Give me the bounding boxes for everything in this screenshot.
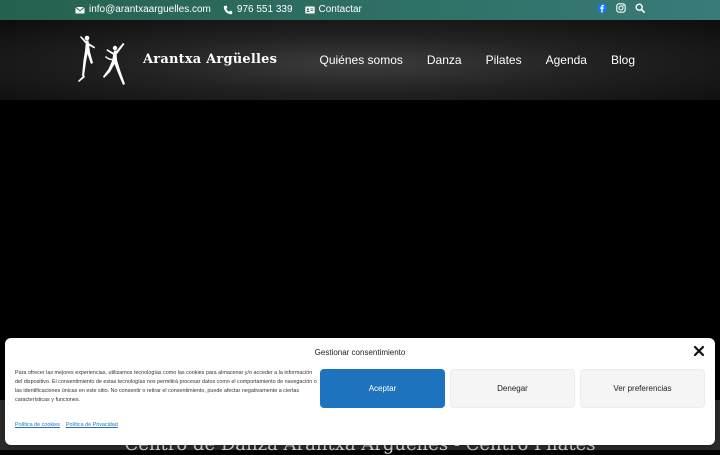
- id-card-icon: [304, 6, 315, 13]
- main-nav: Quiénes somos Danza Pilates Agenda Blog: [320, 53, 636, 67]
- dancers-logo-icon[interactable]: [78, 32, 128, 88]
- contact-text: Contactar: [318, 4, 362, 15]
- search-icon[interactable]: [635, 3, 645, 13]
- privacy-policy-link[interactable]: Política de Privacidad: [66, 422, 118, 428]
- envelope-icon: [75, 6, 85, 13]
- email-text: info@arantxaarguelles.com: [89, 4, 211, 15]
- deny-button[interactable]: Denegar: [450, 369, 575, 408]
- nav-item-danza[interactable]: Danza: [427, 53, 462, 67]
- consent-title: Gestionar consentimiento: [314, 348, 406, 357]
- nav-item-pilates[interactable]: Pilates: [486, 53, 522, 67]
- email-link[interactable]: info@arantxaarguelles.com: [75, 4, 211, 15]
- facebook-icon[interactable]: [597, 3, 607, 13]
- top-contact-bar: info@arantxaarguelles.com 976 551 339 Co…: [0, 0, 720, 20]
- phone-text: 976 551 339: [236, 4, 293, 15]
- consent-message: Para ofrecer las mejores experiencias, u…: [15, 370, 317, 403]
- cookie-policy-link[interactable]: Política de cookies: [15, 422, 60, 428]
- social-links: [597, 3, 645, 13]
- cookie-consent-dialog: Gestionar consentimiento Para ofrecer la…: [5, 338, 715, 445]
- nav-item-agenda[interactable]: Agenda: [546, 53, 587, 67]
- nav-item-blog[interactable]: Blog: [611, 53, 635, 67]
- brand-name[interactable]: Arantxa Argüelles: [143, 52, 277, 67]
- preferences-button[interactable]: Ver preferencias: [580, 369, 705, 408]
- nav-item-quienes-somos[interactable]: Quiénes somos: [320, 53, 403, 67]
- accept-button[interactable]: Aceptar: [320, 369, 445, 408]
- phone-icon: [223, 5, 233, 14]
- policy-links: Política de cookies Política de Privacid…: [15, 422, 118, 428]
- phone-link[interactable]: 976 551 339: [223, 4, 293, 15]
- close-icon[interactable]: [693, 345, 705, 357]
- contact-links: info@arantxaarguelles.com 976 551 339 Co…: [75, 4, 362, 15]
- instagram-icon[interactable]: [616, 3, 626, 13]
- contact-link[interactable]: Contactar: [304, 4, 362, 15]
